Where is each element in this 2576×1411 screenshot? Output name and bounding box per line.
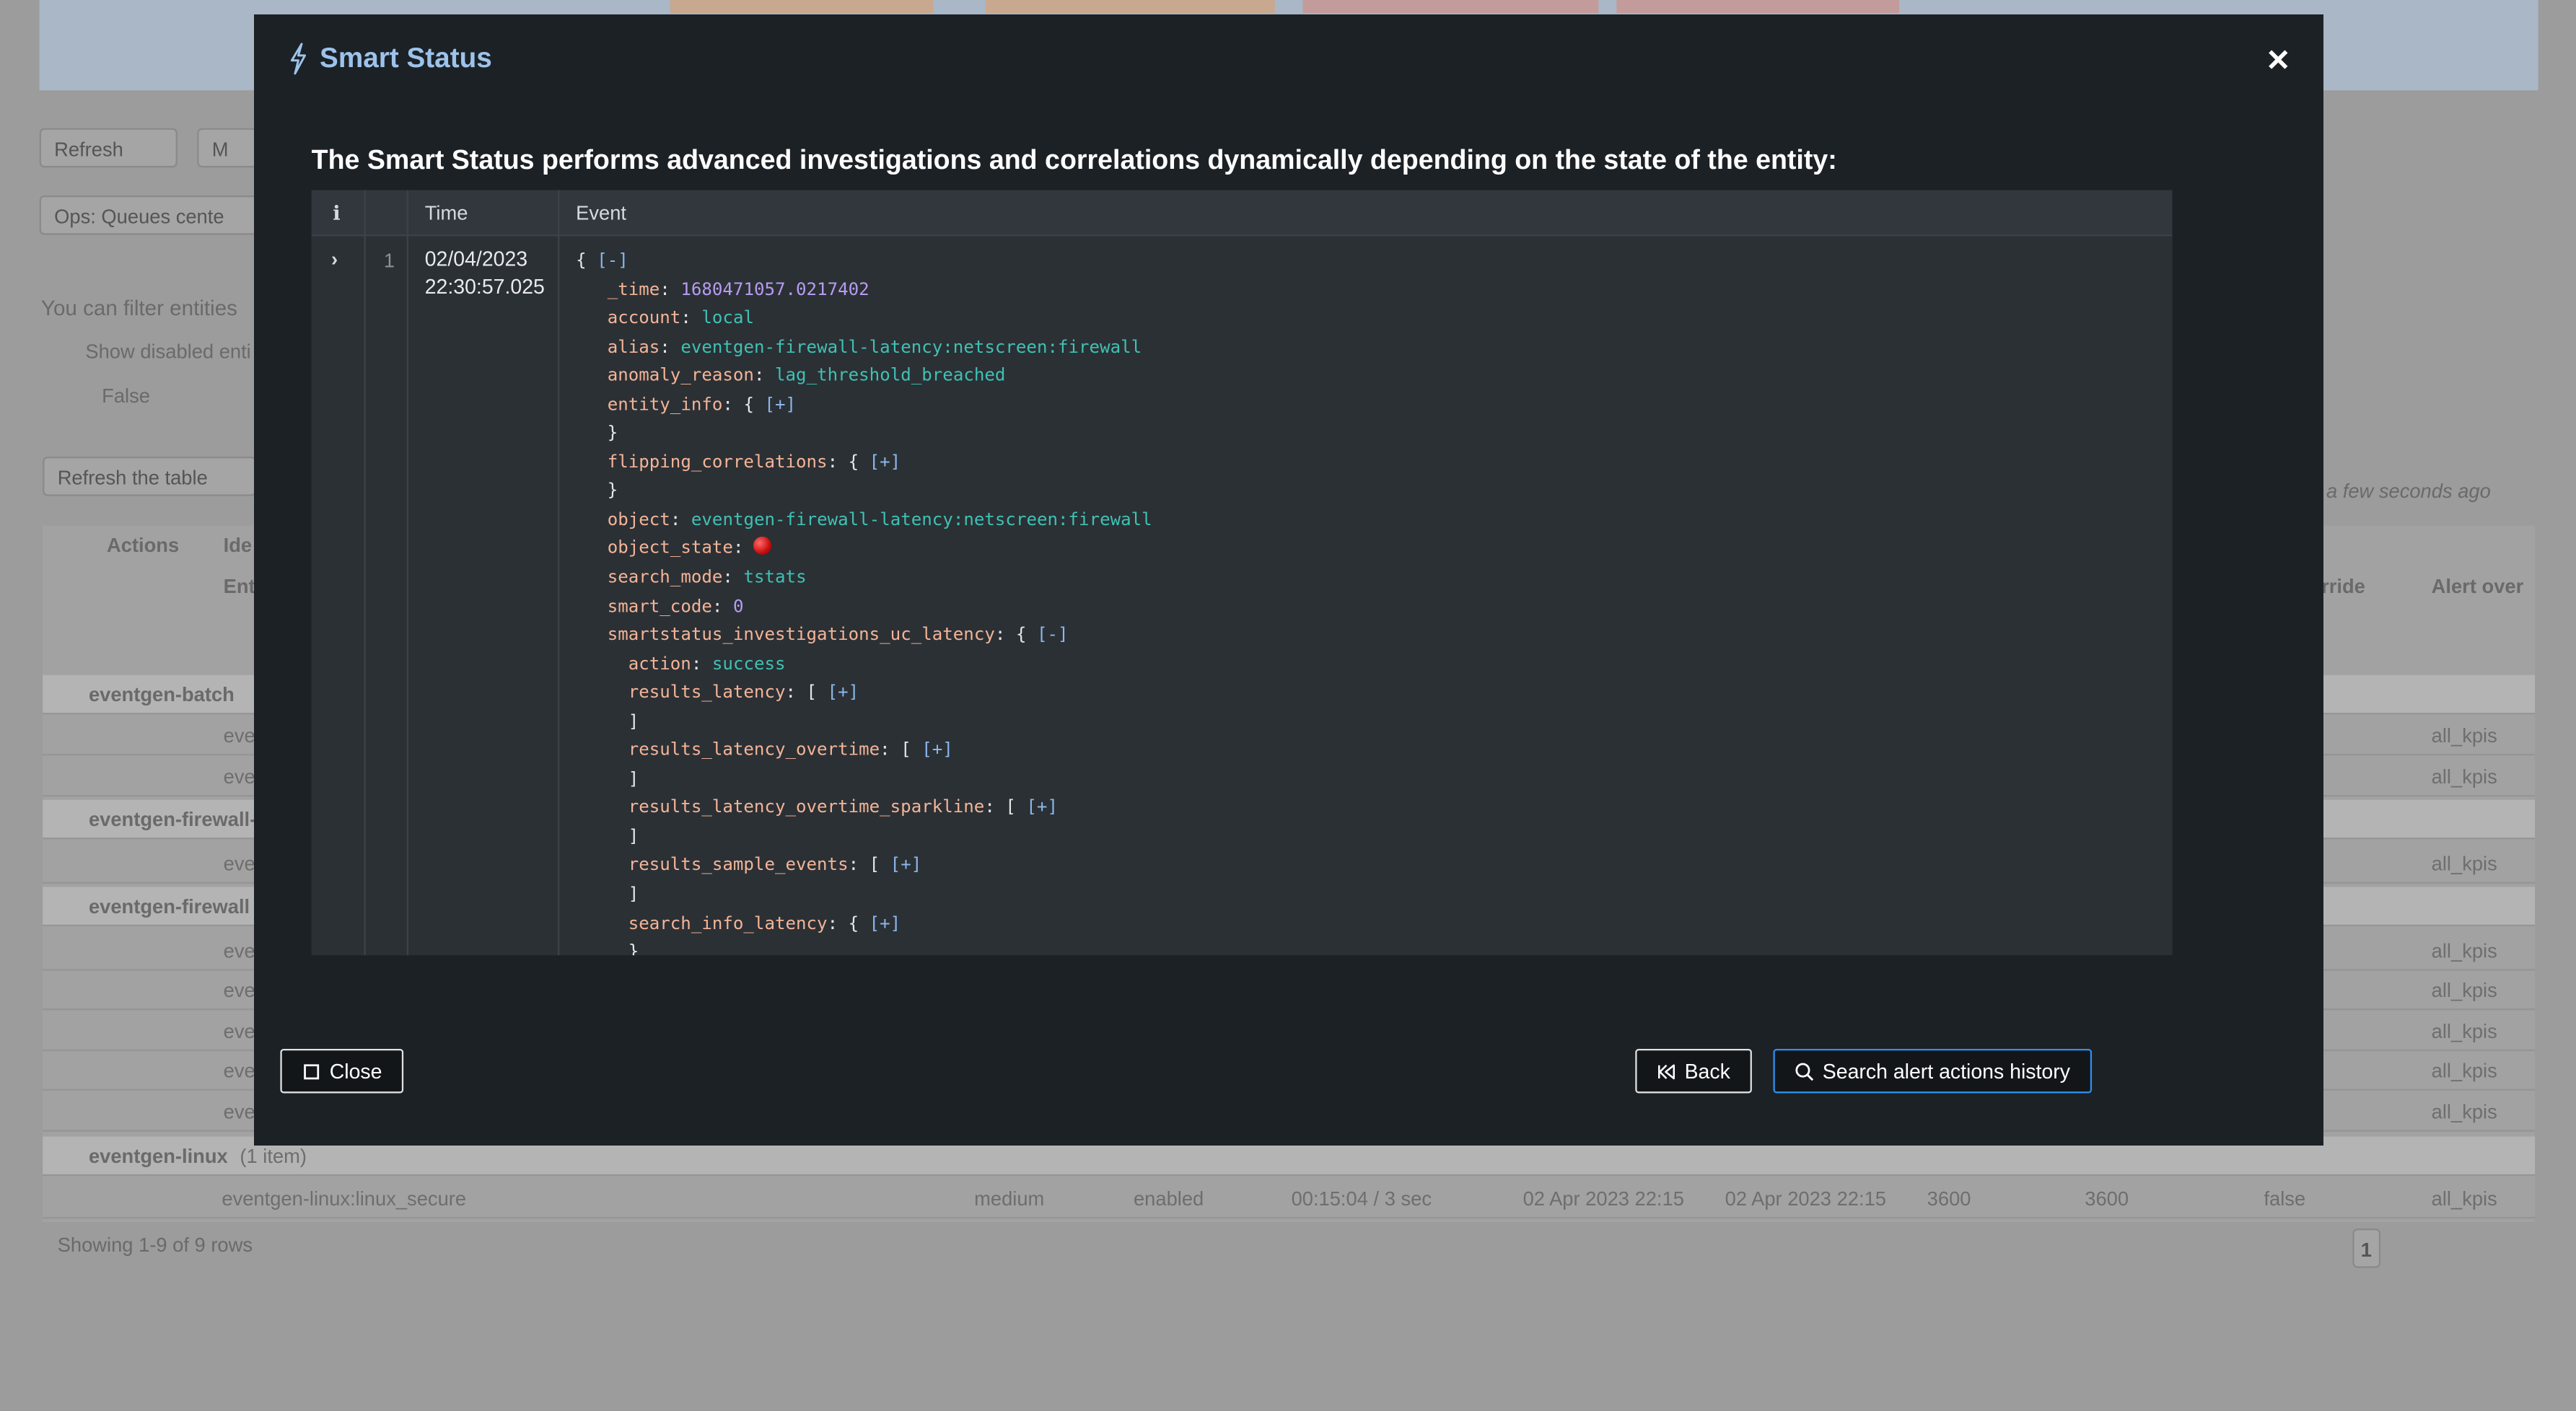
col-ide: Ide [223, 533, 253, 557]
collapse-toggle[interactable]: [-] [597, 251, 628, 271]
row-t2: 3600 [2085, 1187, 2129, 1211]
show-disabled-label: Show disabled enti [85, 340, 251, 364]
row-kpis: all_kpis [2431, 1100, 2497, 1124]
m-button[interactable]: M [197, 128, 263, 168]
column-divider [364, 190, 366, 956]
field-smart-code[interactable]: 0 [733, 597, 744, 616]
row-kpis: all_kpis [2431, 765, 2497, 788]
col-actions: Actions [106, 533, 180, 557]
event-column-header[interactable]: Event [576, 201, 626, 224]
event-time: 02/04/2023 22:30:57.025 [425, 246, 545, 302]
row-entity: eve [223, 852, 255, 876]
col-alert-over: Alert over [2431, 574, 2524, 598]
field-search-mode[interactable]: tstats [743, 568, 806, 587]
refresh-table-button[interactable]: Refresh the table [43, 456, 257, 496]
event-table-header: i Time Event [311, 190, 2173, 237]
row-entity: eve [223, 765, 255, 788]
event-json: { [-] _time: 1680471057.0217402 account:… [576, 250, 1152, 956]
collapse-toggle[interactable]: [-] [1037, 625, 1069, 645]
row-entity: eve [223, 978, 255, 1002]
row-kpis: all_kpis [2431, 852, 2497, 876]
row-number: 1 [383, 249, 395, 273]
row-kpis: all_kpis [2431, 939, 2497, 963]
row-override: false [2264, 1187, 2306, 1211]
refresh-button[interactable]: Refresh [39, 128, 178, 168]
row-lag: 00:15:04 / 3 sec [1291, 1187, 1432, 1211]
showing-rows: Showing 1-9 of 9 rows [57, 1233, 253, 1257]
event-date: 02/04/2023 [424, 247, 528, 271]
modal-lead-text: The Smart Status performs advanced inves… [311, 146, 1837, 176]
expand-toggle[interactable]: [+] [869, 913, 901, 933]
square-icon [304, 1063, 320, 1079]
expand-toggle[interactable]: [+] [828, 683, 859, 703]
row-entity: eve [223, 1059, 255, 1083]
close-button[interactable]: Close [280, 1049, 404, 1094]
lightning-icon [290, 43, 307, 75]
field-action[interactable]: success [712, 654, 786, 674]
modal-title-text: Smart Status [320, 42, 492, 74]
table-row[interactable]: eventgen-linux:linux_secure medium enabl… [43, 1179, 2536, 1219]
row-kpis: all_kpis [2431, 1019, 2497, 1043]
info-column-header: i [333, 201, 341, 225]
row-priority: medium [974, 1187, 1045, 1211]
row-entity: eve [223, 939, 255, 963]
column-divider [558, 190, 560, 956]
expand-toggle[interactable]: [+] [869, 452, 901, 472]
group-name: eventgen-firewall [88, 894, 250, 918]
time-column-header[interactable]: Time [425, 201, 468, 224]
field-anomaly-reason[interactable]: lag_threshold_breached [775, 366, 1005, 386]
event-table: i Time Event › 1 02/04/2023 22:30:57.025… [311, 190, 2173, 956]
show-disabled-value[interactable]: False [102, 384, 150, 408]
smart-status-modal: Smart Status ✕ The Smart Status performs… [254, 14, 2323, 1146]
group-name: eventgen-linux [88, 1144, 228, 1168]
search-icon [1795, 1062, 1814, 1081]
row-first: 02 Apr 2023 22:15 [1523, 1187, 1684, 1211]
red-status-icon [753, 537, 773, 555]
row-kpis: all_kpis [2431, 724, 2497, 747]
col-override: rride [2321, 574, 2365, 598]
rewind-icon [1658, 1063, 1675, 1079]
row-entity: eve [223, 724, 255, 747]
row-kpis: all_kpis [2431, 1187, 2497, 1211]
group-name: eventgen-batch [88, 683, 235, 707]
row-state: enabled [1133, 1187, 1204, 1211]
column-divider [406, 190, 408, 956]
search-alert-actions-label: Search alert actions history [1822, 1059, 2070, 1083]
row-entity: eve [223, 1100, 255, 1124]
field-alias[interactable]: eventgen-firewall-latency:netscreen:fire… [680, 338, 1142, 357]
row-entity: eventgen-linux:linux_secure [222, 1187, 467, 1211]
close-button-label: Close [329, 1059, 382, 1083]
close-icon[interactable]: ✕ [2266, 44, 2290, 79]
col-entity: Ent [223, 574, 255, 598]
field-time[interactable]: 1680471057.0217402 [680, 280, 869, 299]
row-last: 02 Apr 2023 22:15 [1725, 1187, 1886, 1211]
modal-title: Smart Status [287, 43, 492, 76]
group-name: eventgen-firewall- [88, 808, 257, 832]
filter-text: You can filter entities [40, 295, 237, 320]
row-entity: eve [223, 1019, 255, 1043]
page-button[interactable]: 1 [2352, 1228, 2381, 1268]
group-count: (1 item) [240, 1144, 307, 1168]
back-button[interactable]: Back [1635, 1049, 1752, 1094]
event-clock: 22:30:57.025 [424, 275, 545, 299]
expand-toggle[interactable]: [+] [1026, 799, 1058, 818]
expand-row-icon[interactable]: › [331, 247, 338, 271]
field-account[interactable]: local [701, 309, 754, 328]
row-kpis: all_kpis [2431, 978, 2497, 1002]
field-object[interactable]: eventgen-firewall-latency:netscreen:fire… [691, 510, 1152, 529]
row-t1: 3600 [1927, 1187, 1971, 1211]
search-alert-actions-button[interactable]: Search alert actions history [1773, 1049, 2092, 1094]
ops-queues-button[interactable]: Ops: Queues cente [39, 195, 262, 235]
expand-toggle[interactable]: [+] [765, 395, 797, 414]
back-button-label: Back [1684, 1059, 1730, 1083]
last-refresh-timestamp: a few seconds ago [2326, 479, 2491, 503]
expand-toggle[interactable]: [+] [921, 741, 953, 760]
expand-toggle[interactable]: [+] [890, 856, 922, 876]
row-kpis: all_kpis [2431, 1059, 2497, 1083]
